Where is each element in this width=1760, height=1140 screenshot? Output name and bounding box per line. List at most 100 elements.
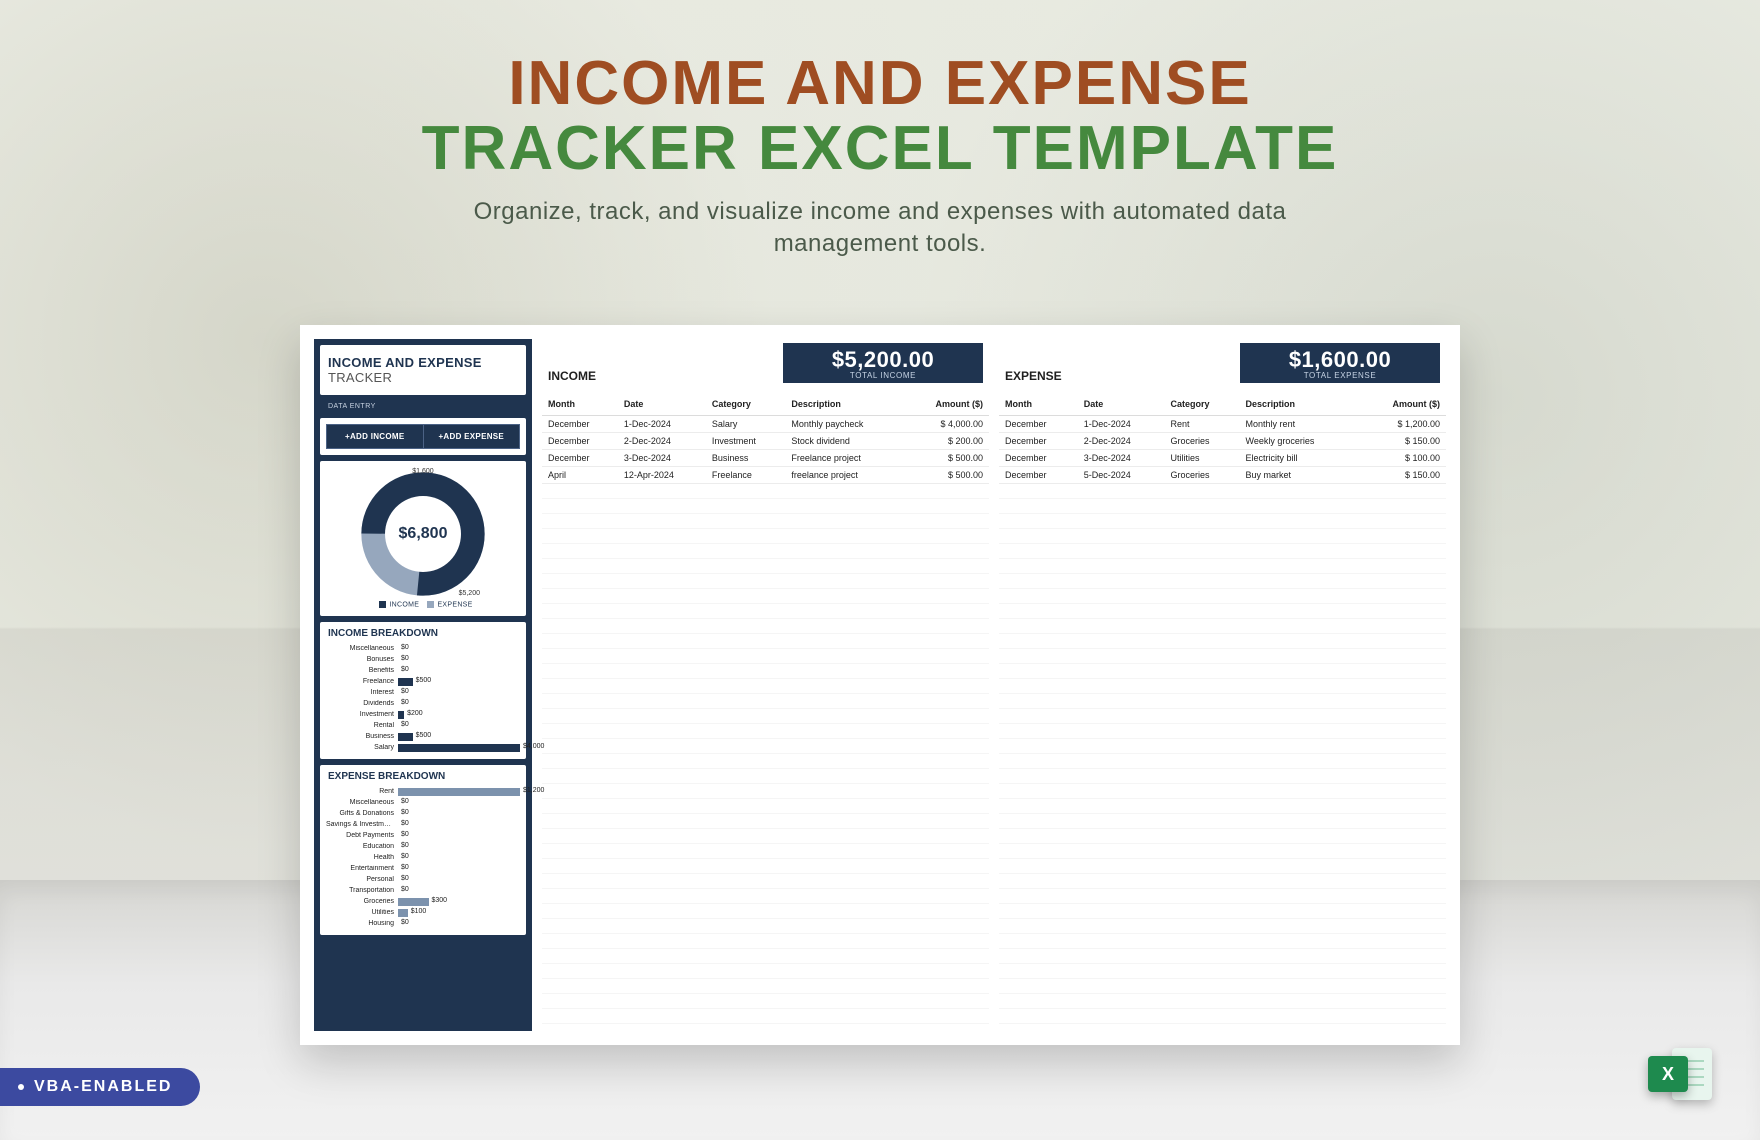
hero-sub: Organize, track, and visualize income an… bbox=[0, 196, 1760, 261]
bar-label: Benefits bbox=[326, 667, 394, 674]
expense-breakdown-card: EXPENSE BREAKDOWN Rent$1,200Miscellaneou… bbox=[320, 765, 526, 935]
bar-label: Debt Payments bbox=[326, 832, 394, 839]
bar-row: Transportation $0 bbox=[326, 885, 520, 896]
bar-row: Investment $200 bbox=[326, 709, 520, 720]
table-row: December2-Dec-2024InvestmentStock divide… bbox=[542, 433, 989, 450]
table-row: December3-Dec-2024BusinessFreelance proj… bbox=[542, 450, 989, 467]
bar-row: Savings & Investments$0 bbox=[326, 819, 520, 830]
hero-sub-line1: Organize, track, and visualize income an… bbox=[474, 198, 1287, 225]
bar-value: $0 bbox=[401, 699, 409, 706]
cell-desc: Monthly paycheck bbox=[785, 416, 904, 433]
income-th-description: Description bbox=[785, 389, 904, 416]
bar-value: $0 bbox=[401, 842, 409, 849]
vba-dot-icon bbox=[18, 1084, 24, 1090]
bar-track: $100 bbox=[398, 909, 520, 917]
cell-amt: $ 200.00 bbox=[905, 433, 989, 450]
bar-fill bbox=[398, 788, 520, 796]
bar-track: $0 bbox=[398, 920, 520, 928]
bar-row: Miscellaneous $0 bbox=[326, 797, 520, 808]
hero-line2: TRACKER EXCEL TEMPLATE bbox=[0, 113, 1760, 184]
income-th-date: Date bbox=[618, 389, 706, 416]
bar-fill bbox=[398, 898, 429, 906]
bar-row: Benefits$0 bbox=[326, 665, 520, 676]
cell-month: April bbox=[542, 467, 618, 484]
legend-expense-label: EXPENSE bbox=[437, 601, 472, 608]
bar-label: Business bbox=[326, 733, 394, 740]
bar-row: Interest $0 bbox=[326, 687, 520, 698]
cell-amt: $ 4,000.00 bbox=[905, 416, 989, 433]
bar-row: Miscellaneous $0 bbox=[326, 643, 520, 654]
donut-center-value: $6,800 bbox=[385, 496, 461, 572]
cell-desc: Buy market bbox=[1240, 467, 1359, 484]
cell-amt: $ 1,200.00 bbox=[1358, 416, 1446, 433]
bar-label: Bonuses bbox=[326, 656, 394, 663]
bar-value: $0 bbox=[401, 644, 409, 651]
income-total-amount: $5,200.00 bbox=[789, 347, 977, 373]
bar-track: $0 bbox=[398, 887, 520, 895]
bar-fill bbox=[398, 711, 404, 719]
bar-label: Utilities bbox=[326, 909, 394, 916]
bar-track: $0 bbox=[398, 689, 520, 697]
bar-track: $500 bbox=[398, 678, 520, 686]
bar-label: Health bbox=[326, 854, 394, 861]
cell-date: 1-Dec-2024 bbox=[618, 416, 706, 433]
expense-th-description: Description bbox=[1240, 389, 1359, 416]
add-expense-button[interactable]: +ADD EXPENSE bbox=[424, 424, 521, 449]
data-entry-label: DATA ENTRY bbox=[320, 401, 526, 412]
bar-row: Education$0 bbox=[326, 841, 520, 852]
bar-track: $0 bbox=[398, 799, 520, 807]
cell-desc: Stock dividend bbox=[785, 433, 904, 450]
buttons-card: +ADD INCOME +ADD EXPENSE bbox=[320, 418, 526, 455]
stage: INCOME AND EXPENSE TRACKER EXCEL TEMPLAT… bbox=[0, 0, 1760, 1140]
cell-amt: $ 500.00 bbox=[905, 450, 989, 467]
bar-row: Debt Payments$0 bbox=[326, 830, 520, 841]
bar-value: $200 bbox=[407, 710, 423, 717]
cell-month: December bbox=[999, 467, 1078, 484]
hero: INCOME AND EXPENSE TRACKER EXCEL TEMPLAT… bbox=[0, 48, 1760, 261]
bar-label: Miscellaneous bbox=[326, 799, 394, 806]
cell-month: December bbox=[999, 450, 1078, 467]
bar-value: $300 bbox=[432, 897, 448, 904]
bar-value: $0 bbox=[401, 886, 409, 893]
cell-month: December bbox=[999, 433, 1078, 450]
expense-total-box: $1,600.00 TOTAL EXPENSE bbox=[1240, 343, 1440, 383]
bar-label: Miscellaneous bbox=[326, 645, 394, 652]
bar-value: $0 bbox=[401, 688, 409, 695]
bar-label: Dividends bbox=[326, 700, 394, 707]
expense-table: Month Date Category Description Amount (… bbox=[999, 389, 1446, 484]
cell-cat: Utilities bbox=[1165, 450, 1240, 467]
bar-label: Investment bbox=[326, 711, 394, 718]
tracker-title-card: INCOME AND EXPENSE TRACKER bbox=[320, 345, 526, 395]
bar-label: Interest bbox=[326, 689, 394, 696]
cell-cat: Business bbox=[706, 450, 785, 467]
bar-value: $0 bbox=[401, 875, 409, 882]
cell-cat: Investment bbox=[706, 433, 785, 450]
cell-cat: Salary bbox=[706, 416, 785, 433]
income-th-category: Category bbox=[706, 389, 785, 416]
cell-month: December bbox=[542, 450, 618, 467]
bar-track: $0 bbox=[398, 645, 520, 653]
cell-date: 3-Dec-2024 bbox=[618, 450, 706, 467]
bar-label: Personal bbox=[326, 876, 394, 883]
bar-track: $500 bbox=[398, 733, 520, 741]
expense-breakdown-bars: Rent$1,200Miscellaneous$0Gifts & Donatio… bbox=[320, 786, 526, 935]
bar-fill bbox=[398, 744, 520, 752]
bar-row: Gifts & Donations$0 bbox=[326, 808, 520, 819]
bar-label: Transportation bbox=[326, 887, 394, 894]
table-row: April12-Apr-2024Freelancefreelance proje… bbox=[542, 467, 989, 484]
excel-icon: X bbox=[1648, 1042, 1712, 1106]
bar-track: $0 bbox=[398, 700, 520, 708]
bar-value: $0 bbox=[401, 721, 409, 728]
bar-value: $0 bbox=[401, 853, 409, 860]
cell-cat: Groceries bbox=[1165, 467, 1240, 484]
excel-letter: X bbox=[1648, 1056, 1688, 1092]
tracker-title-bold: INCOME AND EXPENSE bbox=[328, 355, 482, 370]
add-income-button[interactable]: +ADD INCOME bbox=[326, 424, 424, 449]
bar-value: $500 bbox=[416, 732, 432, 739]
bar-row: Health $0 bbox=[326, 852, 520, 863]
bar-value: $4,000 bbox=[523, 743, 544, 750]
bar-label: Rental bbox=[326, 722, 394, 729]
cell-date: 5-Dec-2024 bbox=[1078, 467, 1165, 484]
bar-row: Utilities $100 bbox=[326, 907, 520, 918]
content: INCOME $5,200.00 TOTAL INCOME Month Date… bbox=[532, 339, 1446, 1031]
